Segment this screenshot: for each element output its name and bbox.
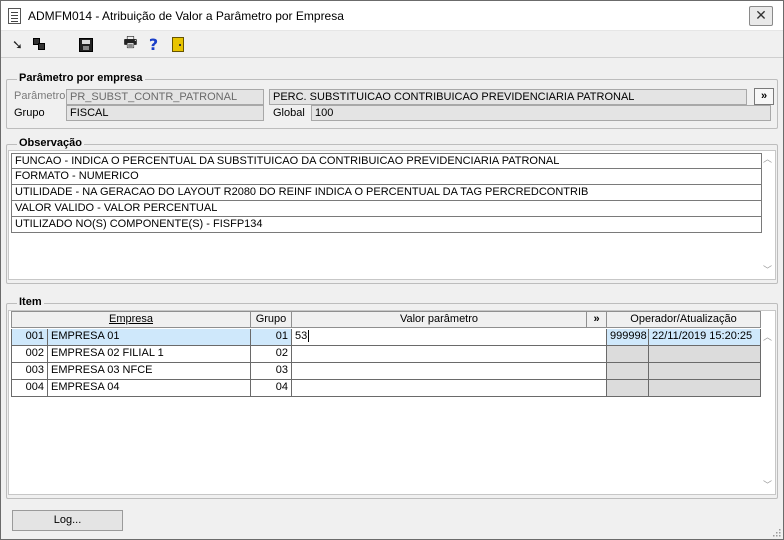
table-row-operador: [607, 346, 649, 363]
parametro-more-button[interactable]: »: [754, 88, 774, 105]
scroll-down-icon[interactable]: ﹀: [761, 479, 774, 492]
table-row-empresa[interactable]: EMPRESA 04: [48, 380, 251, 397]
valor-parametro-input[interactable]: 53: [292, 329, 607, 346]
scroll-up-icon[interactable]: ︿: [761, 331, 774, 344]
global-field: 100: [311, 105, 771, 121]
log-button[interactable]: Log...: [12, 510, 123, 531]
header-grupo[interactable]: Grupo: [251, 311, 292, 328]
toolbar: ➘ 🖶 ?: [1, 32, 783, 58]
table-row-code[interactable]: 004: [11, 380, 48, 397]
text-caret: [308, 330, 310, 343]
table-row-empresa[interactable]: EMPRESA 02 FILIAL 1: [48, 346, 251, 363]
scroll-down-icon[interactable]: ﹀: [761, 264, 774, 277]
parametro-code-field: PR_SUBST_CONTR_PATRONAL: [66, 89, 264, 105]
table-row-operador: [607, 380, 649, 397]
table-row-atualizacao: [649, 363, 761, 380]
close-button[interactable]: ✕: [749, 6, 773, 26]
copy-button[interactable]: [31, 36, 48, 53]
item-grid: Empresa Grupo Valor parâmetro » Operador…: [8, 310, 776, 495]
table-row-code[interactable]: 003: [11, 363, 48, 380]
table-row-operador: [607, 363, 649, 380]
valor-parametro-value: 53: [295, 330, 308, 342]
save-icon: [78, 37, 93, 52]
item-group-legend: Item: [17, 296, 44, 308]
table-row-grupo[interactable]: 03: [251, 363, 292, 380]
table-row-grupo[interactable]: 02: [251, 346, 292, 363]
exit-icon: [171, 37, 184, 52]
header-empresa[interactable]: Empresa: [11, 311, 251, 328]
parametro-group-legend: Parâmetro por empresa: [17, 72, 145, 84]
table-row-valor[interactable]: [292, 380, 607, 397]
help-icon: ?: [148, 35, 159, 54]
table-row-empresa[interactable]: EMPRESA 01: [48, 329, 251, 346]
exit-button[interactable]: [169, 36, 186, 53]
observacao-line[interactable]: VALOR VALIDO - VALOR PERCENTUAL: [11, 201, 762, 217]
observacao-line[interactable]: FUNCAO - INDICA O PERCENTUAL DA SUBSTITU…: [11, 153, 762, 169]
table-row-code[interactable]: 001: [11, 329, 48, 346]
resize-grip-icon[interactable]: [771, 527, 781, 537]
document-icon: [8, 8, 21, 24]
help-button[interactable]: ?: [145, 35, 162, 54]
table-row-atualizacao: [649, 380, 761, 397]
observacao-group-legend: Observação: [17, 137, 84, 149]
copy-icon-back: [38, 43, 45, 50]
item-scrollbar[interactable]: ︿ ﹀: [761, 329, 774, 494]
observacao-box[interactable]: FUNCAO - INDICA O PERCENTUAL DA SUBSTITU…: [8, 150, 776, 280]
table-row-operador[interactable]: 999998: [607, 329, 649, 346]
header-valor[interactable]: Valor parâmetro: [292, 311, 587, 328]
arrow-icon: ➘: [12, 36, 23, 52]
arrow-button[interactable]: ➘: [9, 36, 26, 53]
table-row-grupo[interactable]: 01: [251, 329, 292, 346]
grupo-field: FISCAL: [66, 105, 264, 121]
print-button[interactable]: 🖶: [122, 34, 139, 53]
observacao-line[interactable]: UTILIZADO NO(S) COMPONENTE(S) - FISFP134: [11, 217, 762, 233]
header-more-button[interactable]: »: [587, 311, 607, 328]
window-title: ADMFM014 - Atribuição de Valor a Parâmet…: [28, 9, 344, 23]
table-row-atualizacao: [649, 346, 761, 363]
print-icon: 🖶: [123, 34, 138, 51]
save-button[interactable]: [77, 36, 94, 53]
main-window: ADMFM014 - Atribuição de Valor a Parâmet…: [0, 0, 784, 540]
observacao-scrollbar[interactable]: ︿ ﹀: [761, 151, 774, 279]
title-bar[interactable]: ADMFM014 - Atribuição de Valor a Parâmet…: [1, 1, 783, 31]
table-row-empresa[interactable]: EMPRESA 03 NFCE: [48, 363, 251, 380]
table-row-code[interactable]: 002: [11, 346, 48, 363]
observacao-line[interactable]: UTILIDADE - NA GERACAO DO LAYOUT R2080 D…: [11, 185, 762, 201]
table-row-atualizacao[interactable]: 22/11/2019 15:20:25: [649, 329, 761, 346]
parametro-label: Parâmetro: [14, 90, 66, 102]
parametro-desc-field: PERC. SUBSTITUICAO CONTRIBUICAO PREVIDEN…: [269, 89, 747, 105]
observacao-line[interactable]: FORMATO - NUMERICO: [11, 169, 762, 185]
table-row-grupo[interactable]: 04: [251, 380, 292, 397]
header-operador[interactable]: Operador/Atualização: [607, 311, 761, 328]
table-row-valor[interactable]: [292, 346, 607, 363]
global-label: Global: [273, 107, 305, 119]
scroll-up-icon[interactable]: ︿: [761, 153, 774, 166]
grupo-label: Grupo: [14, 107, 45, 119]
table-row-valor[interactable]: [292, 363, 607, 380]
